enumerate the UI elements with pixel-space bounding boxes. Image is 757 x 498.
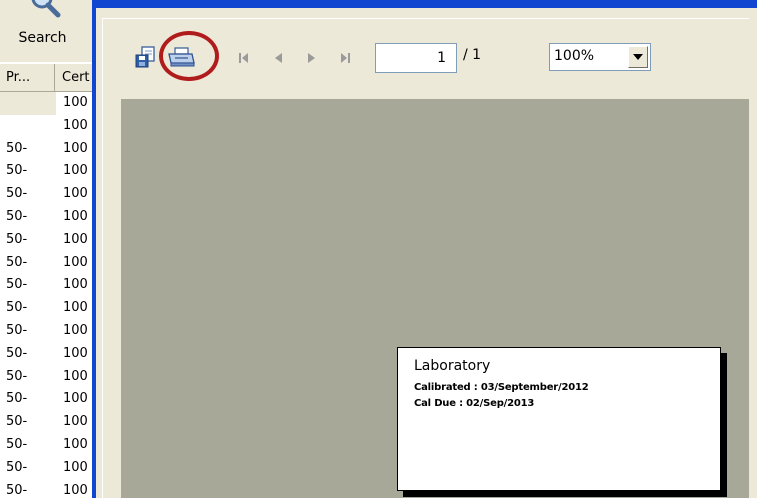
grid-header: Pr... Cert xyxy=(0,64,95,92)
cell-product: 50- xyxy=(6,436,28,452)
table-row[interactable]: 50- 100 xyxy=(0,343,95,366)
last-page-button[interactable] xyxy=(336,49,354,67)
cell-product: 50- xyxy=(6,482,28,498)
cell-cert: 100 xyxy=(63,208,88,224)
cell-cert: 100 xyxy=(63,95,88,110)
table-row[interactable]: 50- 100 xyxy=(0,160,95,183)
cell-cert: 100 xyxy=(63,391,88,407)
report-page: Laboratory Calibrated : 03/September/201… xyxy=(397,347,721,491)
report-viewer-window: / 1 100% Laboratory Calibrated : 03/Sept… xyxy=(92,0,757,498)
cell-cert: 100 xyxy=(63,345,88,361)
export-icon xyxy=(135,46,155,68)
cell-cert: 100 xyxy=(63,300,88,316)
search-toolbar: Search xyxy=(0,0,95,62)
viewer-panel: / 1 100% Laboratory Calibrated : 03/Sept… xyxy=(102,18,749,498)
cell-cert: 100 xyxy=(63,186,88,202)
cell-product: 50- xyxy=(6,459,28,475)
table-row[interactable]: 50- 100 xyxy=(0,229,95,252)
table-row[interactable]: 50- 100 xyxy=(0,480,95,498)
printer-icon xyxy=(168,47,195,67)
page-total-label: / 1 xyxy=(463,47,482,63)
first-page-button[interactable] xyxy=(235,49,253,67)
cell-product: 50- xyxy=(6,254,28,270)
export-button[interactable] xyxy=(131,33,161,81)
cell-product: 50- xyxy=(6,186,28,202)
table-row[interactable]: 50- 100 xyxy=(0,252,95,275)
table-row[interactable]: 50- 100 xyxy=(0,206,95,229)
cal-due-text: Cal Due : 02/Sep/2013 xyxy=(414,398,535,409)
prev-page-icon xyxy=(275,53,282,63)
zoom-dropdown-button[interactable] xyxy=(628,46,648,68)
calibrated-date-text: Calibrated : 03/September/2012 xyxy=(414,382,589,393)
next-page-icon xyxy=(308,53,315,63)
table-row[interactable]: 50- 100 xyxy=(0,434,95,457)
table-row[interactable]: 50- 100 xyxy=(0,388,95,411)
cell-cert: 100 xyxy=(63,231,88,247)
next-page-button[interactable] xyxy=(303,49,321,67)
table-row[interactable]: 100 xyxy=(0,115,95,138)
cell-cert: 100 xyxy=(63,322,88,338)
cell-product: 50- xyxy=(6,277,28,293)
table-row[interactable]: 50- 100 xyxy=(0,297,95,320)
cell-cert: 100 xyxy=(63,459,88,475)
report-preview-area[interactable]: Laboratory Calibrated : 03/September/201… xyxy=(121,99,749,498)
search-label: Search xyxy=(18,30,67,46)
cell-cert: 100 xyxy=(63,163,88,179)
cell-product xyxy=(0,115,56,138)
cell-cert: 100 xyxy=(63,482,88,498)
chevron-down-icon xyxy=(633,54,643,60)
cell-cert: 100 xyxy=(63,277,88,293)
cell-product: 50- xyxy=(6,140,28,156)
cell-cert: 100 xyxy=(63,436,88,452)
table-row[interactable]: 50- 100 xyxy=(0,366,95,389)
cell-product: 50- xyxy=(6,208,28,224)
table-row[interactable]: 100 xyxy=(0,92,95,115)
column-header-cert[interactable]: Cert xyxy=(56,64,95,91)
cell-product: 50- xyxy=(6,322,28,338)
grid-rows: 100 100 50- 100 50- 100 50- 100 50- 100 50- 100 50- 1… xyxy=(0,92,95,498)
report-title: Laboratory xyxy=(414,358,491,374)
column-header-product[interactable]: Pr... xyxy=(0,64,55,91)
viewer-client-area: / 1 100% Laboratory Calibrated : 03/Sept… xyxy=(96,8,757,498)
print-button[interactable] xyxy=(163,33,199,81)
data-grid[interactable]: Pr... Cert 100 100 50- 100 50- 100 50- 100 50- 10… xyxy=(0,64,95,498)
table-row[interactable]: 50- 100 xyxy=(0,320,95,343)
cell-product: 50- xyxy=(6,414,28,430)
last-page-icon xyxy=(341,53,350,63)
cell-product xyxy=(0,92,56,115)
magnifier-icon xyxy=(31,0,61,18)
cell-cert: 100 xyxy=(63,414,88,430)
cell-product: 50- xyxy=(6,163,28,179)
cell-cert: 100 xyxy=(63,140,88,156)
cell-cert: 100 xyxy=(63,368,88,384)
table-row[interactable]: 50- 100 xyxy=(0,411,95,434)
cell-cert: 100 xyxy=(63,254,88,270)
cell-product: 50- xyxy=(6,231,28,247)
first-page-icon xyxy=(239,53,248,63)
table-row[interactable]: 50- 100 xyxy=(0,138,95,161)
prev-page-button[interactable] xyxy=(269,49,287,67)
cell-cert: 100 xyxy=(63,117,88,133)
zoom-select[interactable]: 100% xyxy=(549,43,651,71)
table-row[interactable]: 50- 100 xyxy=(0,183,95,206)
viewer-toolbar: / 1 100% xyxy=(107,31,739,85)
table-row[interactable]: 50- 100 xyxy=(0,457,95,480)
cell-product: 50- xyxy=(6,368,28,384)
cell-product: 50- xyxy=(6,300,28,316)
zoom-value: 100% xyxy=(554,48,595,64)
background-app: Search Pr... Cert 100 100 50- 100 50- 100 50- 1… xyxy=(0,0,95,498)
cell-product: 50- xyxy=(6,391,28,407)
page-number-input[interactable] xyxy=(375,43,457,73)
cell-product: 50- xyxy=(6,345,28,361)
table-row[interactable]: 50- 100 xyxy=(0,274,95,297)
